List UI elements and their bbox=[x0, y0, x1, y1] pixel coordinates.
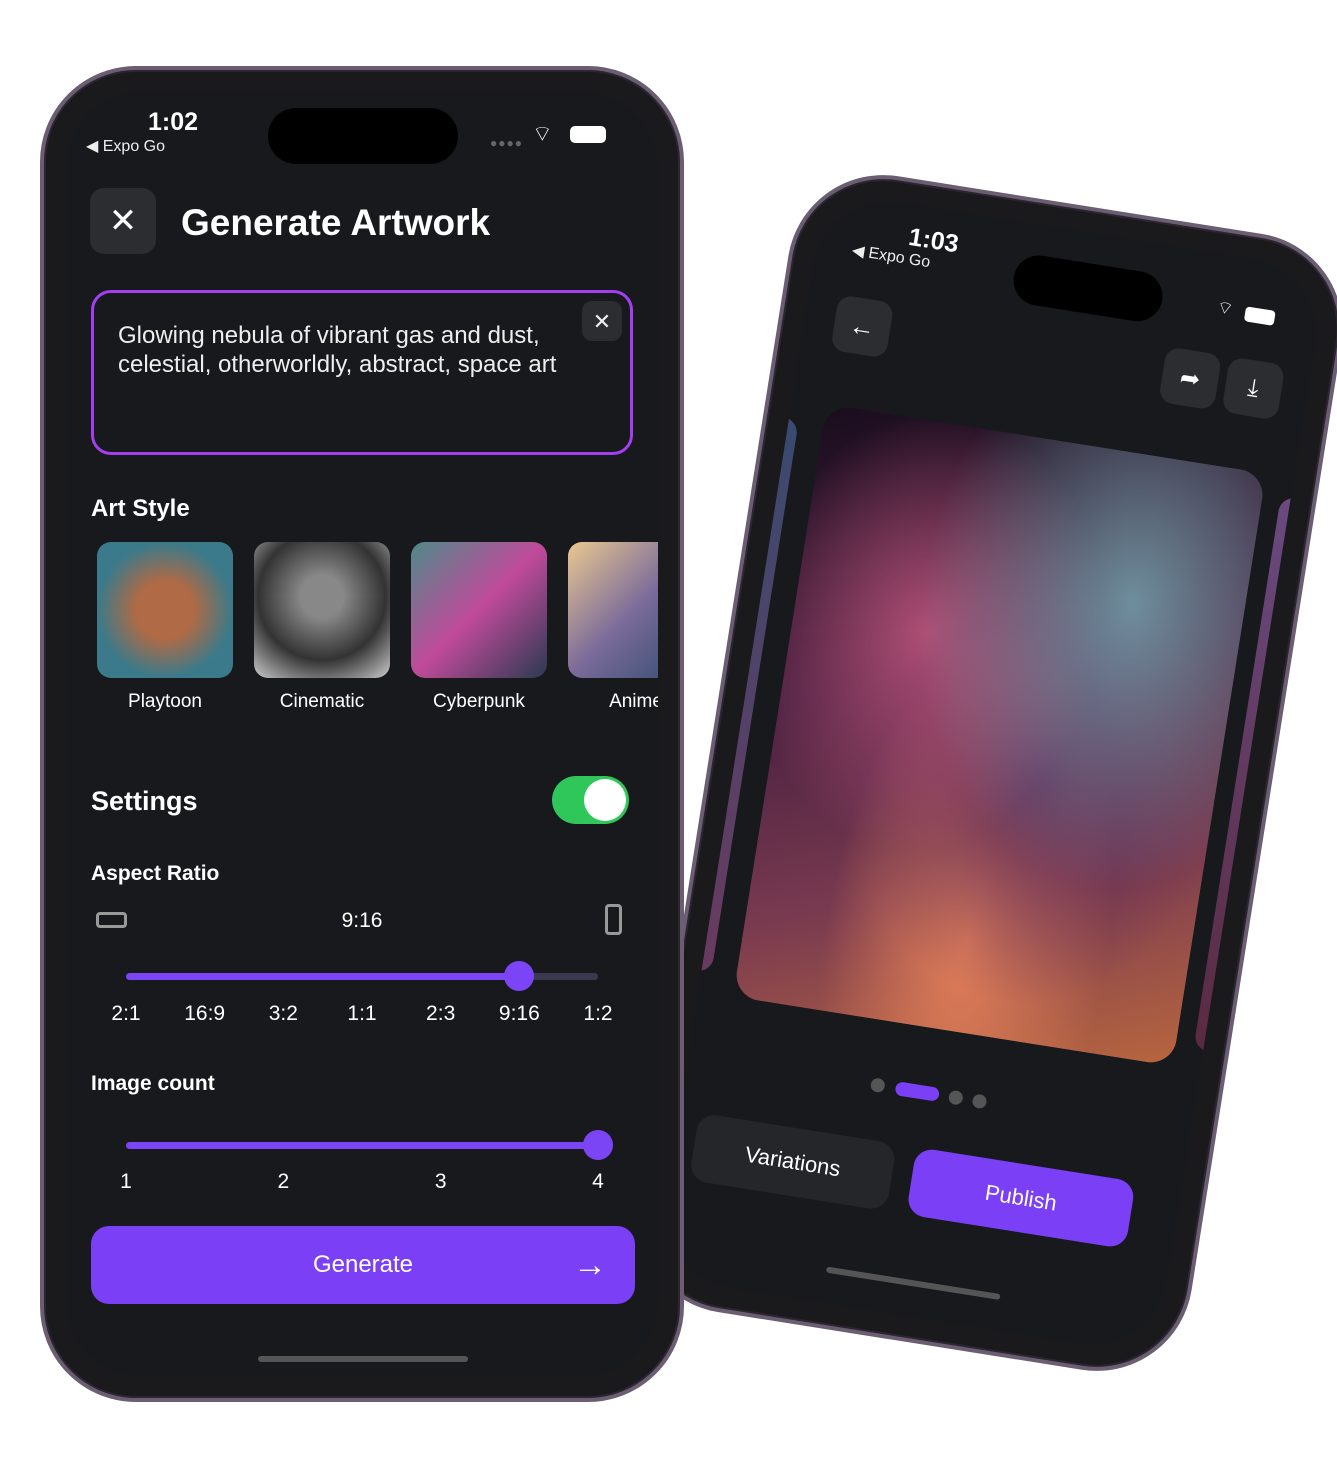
share-icon: ➦ bbox=[1178, 363, 1203, 394]
generated-image[interactable] bbox=[732, 403, 1267, 1067]
aspect-ratio-heading: Aspect Ratio bbox=[91, 862, 220, 885]
arrow-left-icon: ← bbox=[847, 309, 878, 343]
wifi-icon: ⌔ bbox=[1215, 296, 1236, 320]
style-thumbnail bbox=[254, 542, 390, 678]
style-label: Cinematic bbox=[279, 691, 365, 712]
home-indicator bbox=[825, 1266, 1001, 1301]
art-style-list[interactable]: Playtoon Cinematic Cyberpunk Anime bbox=[97, 542, 658, 713]
landscape-icon bbox=[96, 912, 127, 928]
settings-toggle[interactable] bbox=[552, 776, 629, 824]
slider-tick-label[interactable]: 16:9 bbox=[184, 1002, 225, 1026]
back-button[interactable]: ← bbox=[830, 294, 895, 359]
style-cyberpunk[interactable]: Cyberpunk bbox=[411, 542, 547, 713]
dynamic-island bbox=[268, 108, 458, 164]
prompt-text: Glowing nebula of vibrant gas and dust, … bbox=[118, 322, 557, 378]
slider-tick-label[interactable]: 9:16 bbox=[499, 1002, 540, 1026]
style-thumbnail bbox=[97, 542, 233, 678]
settings-heading: Settings bbox=[91, 786, 198, 816]
close-icon: ✕ bbox=[108, 202, 138, 240]
generate-button[interactable]: Generate → bbox=[91, 1226, 635, 1304]
carousel-dot[interactable] bbox=[971, 1093, 988, 1110]
slider-thumb[interactable] bbox=[504, 961, 535, 991]
variations-button[interactable]: Variations bbox=[688, 1112, 897, 1212]
back-to-expo-go[interactable]: ◀ Expo Go bbox=[86, 136, 165, 156]
slider-tick-label[interactable]: 1:1 bbox=[347, 1002, 376, 1026]
close-button[interactable]: ✕ bbox=[90, 188, 156, 254]
slider-thumb[interactable] bbox=[583, 1130, 613, 1160]
publish-button[interactable]: Publish bbox=[905, 1147, 1136, 1250]
page-title: Generate Artwork bbox=[181, 202, 491, 243]
style-label: Cyberpunk bbox=[433, 691, 525, 712]
publish-label: Publish bbox=[983, 1179, 1059, 1216]
carousel-dot[interactable] bbox=[869, 1077, 886, 1094]
slider-tick-label[interactable]: 3:2 bbox=[269, 1002, 298, 1026]
battery-icon bbox=[570, 126, 606, 143]
home-indicator bbox=[258, 1356, 468, 1362]
generate-screen: 1:02 ◀ Expo Go ●●●● ⌔ ✕ Generate Artwork… bbox=[66, 92, 658, 1376]
slider-fill bbox=[126, 1142, 598, 1149]
image-count-slider[interactable] bbox=[126, 1130, 613, 1160]
prompt-input[interactable]: Glowing nebula of vibrant gas and dust, … bbox=[91, 290, 633, 455]
portrait-icon bbox=[605, 904, 622, 935]
aspect-ratio-value: 9:16 bbox=[341, 909, 383, 932]
download-button[interactable]: ⤓ bbox=[1221, 356, 1286, 421]
style-playtoon[interactable]: Playtoon bbox=[97, 542, 233, 713]
share-button[interactable]: ➦ bbox=[1158, 346, 1223, 411]
style-cinematic[interactable]: Cinematic bbox=[254, 542, 390, 713]
slider-tick-label[interactable]: 1 bbox=[120, 1170, 132, 1194]
image-count-heading: Image count bbox=[91, 1072, 215, 1095]
generate-phone: 1:02 ◀ Expo Go ●●●● ⌔ ✕ Generate Artwork… bbox=[40, 66, 684, 1402]
battery-icon bbox=[1243, 306, 1276, 326]
arrow-right-icon: → bbox=[573, 1245, 607, 1284]
carousel-dot[interactable] bbox=[947, 1089, 964, 1106]
download-icon: ⤓ bbox=[1246, 373, 1261, 403]
clear-prompt-button[interactable]: ✕ bbox=[582, 301, 622, 341]
slider-tick-label[interactable]: 2:3 bbox=[426, 1002, 455, 1026]
close-icon: ✕ bbox=[592, 308, 612, 334]
style-label: Playtoon bbox=[128, 691, 202, 712]
variations-label: Variations bbox=[743, 1141, 843, 1182]
result-screen: 1:03 ◀ Expo Go ⌔ ← ➦ ⤓ Variations Publis… bbox=[653, 191, 1327, 1355]
style-anime[interactable]: Anime bbox=[568, 542, 658, 713]
slider-tick-label[interactable]: 2 bbox=[277, 1170, 289, 1194]
slider-fill bbox=[126, 973, 520, 980]
result-phone: 1:03 ◀ Expo Go ⌔ ← ➦ ⤓ Variations Publis… bbox=[623, 161, 1337, 1385]
art-style-heading: Art Style bbox=[91, 495, 190, 522]
slider-tick-label[interactable]: 3 bbox=[435, 1170, 447, 1194]
wifi-icon: ⌔ bbox=[532, 121, 553, 146]
aspect-ratio-slider[interactable] bbox=[126, 961, 598, 991]
style-thumbnail bbox=[568, 542, 658, 678]
carousel-dot-active[interactable] bbox=[894, 1081, 941, 1102]
style-thumbnail bbox=[411, 542, 547, 678]
dynamic-island bbox=[1010, 251, 1167, 325]
slider-tick-label[interactable]: 4 bbox=[592, 1170, 604, 1194]
slider-tick-label[interactable]: 1:2 bbox=[583, 1002, 612, 1026]
generate-label: Generate bbox=[312, 1251, 414, 1278]
toggle-knob bbox=[584, 779, 626, 821]
status-time: 1:02 bbox=[148, 108, 199, 136]
cellular-icon: ●●●● bbox=[490, 136, 523, 150]
slider-tick-label[interactable]: 2:1 bbox=[111, 1002, 140, 1026]
style-label: Anime bbox=[609, 691, 658, 712]
